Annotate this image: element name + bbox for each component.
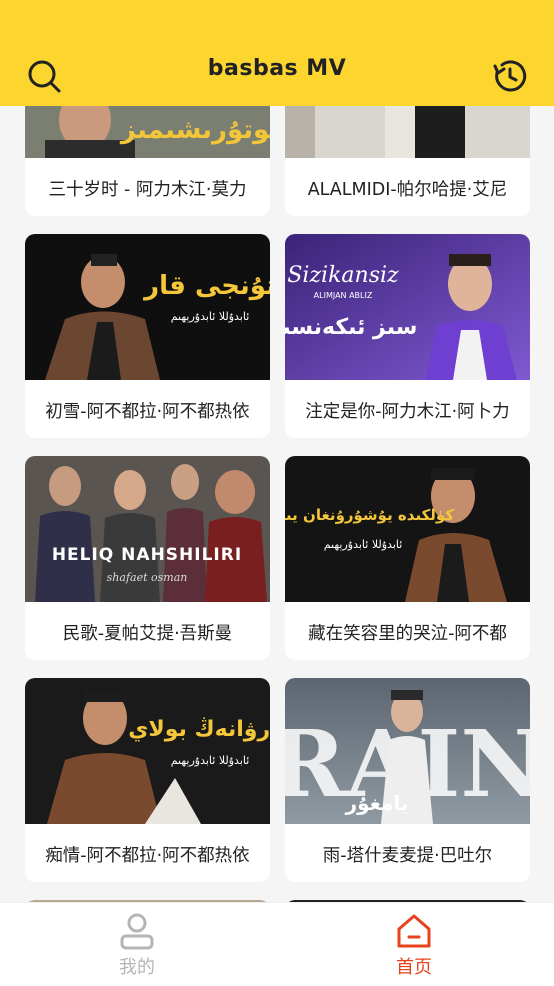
overlay-title: HELIQ NAHSHILIRI: [52, 545, 242, 565]
video-thumbnail[interactable]: Sizikansiz ALIMJAN ABLIZ سىز ئىكەنسىز: [285, 234, 530, 380]
svg-text:پەرۋانەڭ بولاي: پەرۋانەڭ بولاي: [128, 716, 270, 742]
svg-text:ئوتۇرىشىمىز: ئوتۇرىشىمىز: [119, 115, 270, 145]
svg-text:سىز ئىكەنسىز: سىز ئىكەنسىز: [285, 315, 417, 340]
svg-text:تۇنجى قار: تۇنجى قار: [142, 271, 270, 301]
svg-text:ئابدۇللا ئابدۇرېھىم: ئابدۇللا ئابدۇرېھىم: [171, 310, 250, 323]
video-thumbnail[interactable]: HELIQ NAHSHILIRI shafaet osman: [25, 456, 270, 602]
tab-label: 首页: [396, 957, 432, 978]
video-caption: 注定是你-阿力木江·阿卜力: [305, 402, 510, 422]
video-card[interactable]: كۈلكىدە يۇشۇرۇنغان يىغا ئابدۇللا ئابدۇرې…: [285, 456, 530, 660]
overlay-title: Sizikansiz: [287, 263, 399, 288]
svg-text:يامغۇر: يامغۇر: [345, 791, 409, 815]
overlay-subtitle: shafaet osman: [107, 571, 188, 584]
video-card[interactable]: RAIN يامغۇر 雨-塔什麦麦提·巴吐尔: [285, 678, 530, 882]
video-caption: 痴情-阿不都拉·阿不都热依: [45, 846, 250, 866]
overlay-subtitle: ALIMJAN ABLIZ: [314, 291, 373, 300]
tab-label: 我的: [119, 957, 155, 978]
video-caption: 三十岁时 - 阿力木江·莫力: [48, 180, 247, 200]
svg-text:ئابدۇللا ئابدۇرېھىم: ئابدۇللا ئابدۇرېھىم: [324, 538, 403, 551]
video-thumbnail[interactable]: پەرۋانەڭ بولاي ئابدۇللا ئابدۇرېھىم: [25, 678, 270, 824]
video-card[interactable]: HELIQ NAHSHILIRI shafaet osman 民歌-夏帕艾提·吾…: [25, 456, 270, 660]
bottom-tab-bar: 我的 首页: [0, 902, 554, 986]
video-caption: ALALMIDI-帕尔哈提·艾尼: [307, 180, 508, 200]
video-caption: 雨-塔什麦麦提·巴吐尔: [322, 846, 493, 866]
video-caption: 藏在笑容里的哭泣-阿不都: [308, 624, 507, 644]
video-thumbnail[interactable]: تۇنجى قار ئابدۇللا ئابدۇرېھىم: [25, 234, 270, 380]
svg-text:كۈلكىدە يۇشۇرۇنغان يىغا: كۈلكىدە يۇشۇرۇنغان يىغا: [285, 506, 454, 524]
video-thumbnail[interactable]: كۈلكىدە يۇشۇرۇنغان يىغا ئابدۇللا ئابدۇرې…: [285, 456, 530, 602]
person-icon: [120, 913, 154, 950]
video-card[interactable]: Sizikansiz ALIMJAN ABLIZ سىز ئىكەنسىز 注定…: [285, 234, 530, 438]
home-icon: [397, 914, 431, 948]
video-caption: 民歌-夏帕艾提·吾斯曼: [62, 624, 233, 644]
svg-text:ئابدۇللا ئابدۇرېھىم: ئابدۇللا ئابدۇرېھىم: [171, 754, 250, 767]
tab-home[interactable]: 首页: [354, 903, 474, 986]
app-title: basbas MV: [207, 56, 347, 81]
video-caption: 初雪-阿不都拉·阿不都热依: [45, 402, 250, 422]
video-thumbnail[interactable]: RAIN يامغۇر: [285, 678, 530, 824]
history-icon[interactable]: [492, 58, 528, 94]
video-card[interactable]: پەرۋانەڭ بولاي ئابدۇللا ئابدۇرېھىم 痴情-阿不…: [25, 678, 270, 882]
tab-mine[interactable]: 我的: [77, 903, 197, 986]
app-header: basbas MV: [0, 0, 554, 106]
video-card[interactable]: تۇنجى قار ئابدۇللا ئابدۇرېھىم 初雪-阿不都拉·阿不…: [25, 234, 270, 438]
